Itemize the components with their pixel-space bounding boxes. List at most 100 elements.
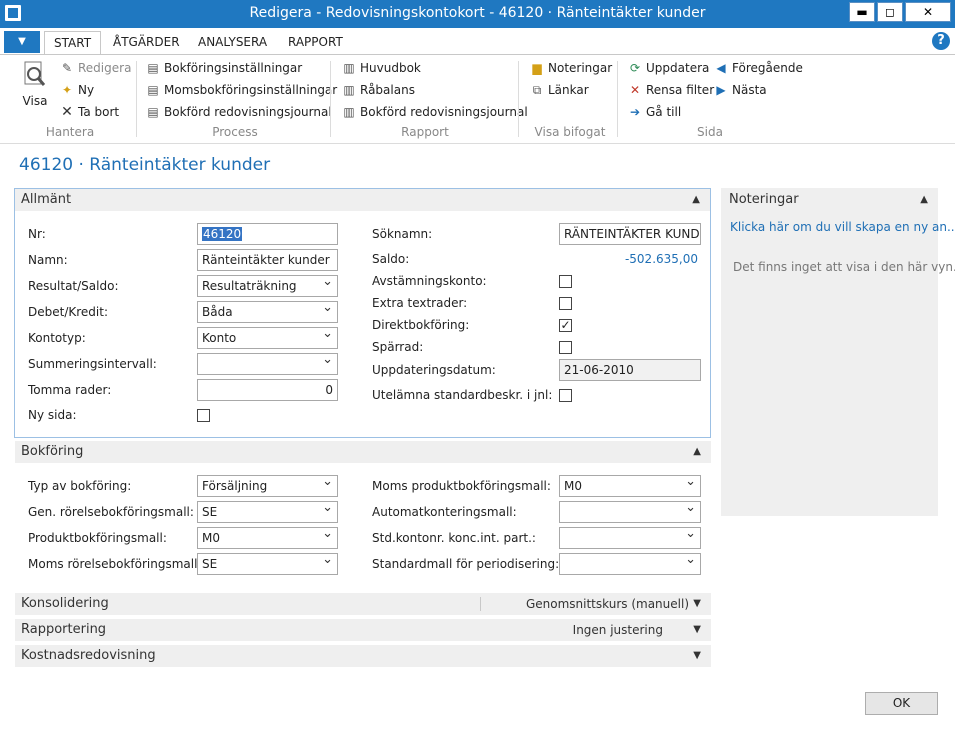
noteringar-button[interactable]: ▆ Noteringar [530,61,612,75]
maximize-button[interactable]: ◻ [877,2,903,22]
report-icon: ▥ [343,105,355,119]
rensa-filter-button[interactable]: ✕ Rensa filter [628,83,714,97]
tab-analysera[interactable]: ANALYSERA [189,31,276,55]
uppdateringsdatum-field: 21-06-2010 [559,359,701,381]
utelamna-standardbeskr-checkbox[interactable] [559,389,572,402]
konsolidering-header[interactable]: Konsolidering Genomsnittskurs (manuell) … [15,593,711,615]
report-icon: ▥ [343,61,355,75]
tab-rapport[interactable]: RAPPORT [279,31,352,55]
moms-produktbokforingsmall-select[interactable]: M0 [559,475,701,497]
std-kontonr-select[interactable] [559,527,701,549]
summeringsintervall-label: Summeringsintervall: [28,357,157,371]
tab-start[interactable]: START [44,31,102,55]
noteringar-empty-message: Det finns inget att visa i den här vyn. [733,260,955,274]
chevron-up-icon[interactable]: ▲ [920,194,928,205]
sparrad-checkbox[interactable] [559,341,572,354]
uppdateringsdatum-label: Uppdateringsdatum: [372,363,496,377]
group-separator [617,61,618,137]
check-mark-icon: ✓ [560,318,571,332]
automatkonteringsmall-select[interactable] [559,501,701,523]
typ-av-bokforing-select[interactable]: Försäljning [197,475,338,497]
std-kontonr-label: Std.kontonr. konc.int. part.: [372,531,536,545]
produktbokforingsmall-select[interactable]: M0 [197,527,338,549]
soknamn-label: Söknamn: [372,227,433,241]
lankar-button[interactable]: ⧉ Länkar [530,83,589,97]
namn-label: Namn: [28,253,68,267]
journal-icon: ▤ [147,105,159,119]
nr-input[interactable]: 46120 [197,223,338,245]
ta-bort-button[interactable]: ✕ Ta bort [60,105,119,119]
chevron-down-icon: ▼ [693,598,701,609]
produktbokforingsmall-label: Produktbokföringsmall: [28,531,167,545]
arrow-right-icon: ➔ [629,105,641,119]
soknamn-input[interactable]: RÄNTEINTÄKTER KUND... [559,223,701,245]
create-note-link[interactable]: Klicka här om du vill skapa en ny an... [730,220,955,234]
momsbokforingsinstallningar-button[interactable]: ▤ Momsbokföringsinställningar [146,83,337,97]
group-label-sida: Sida [697,125,723,139]
moms-rorelsebokforingsmall-label: Moms rörelsebokföringsmall: [28,557,202,571]
chevron-up-icon: ▲ [693,446,701,457]
chevron-up-icon: ▲ [692,194,700,205]
direktbokforing-label: Direktbokföring: [372,318,470,332]
gen-rorelsebokforingsmall-label: Gen. rörelsebokföringsmall: [28,505,194,519]
bokford-redovisningsjournal-process-button[interactable]: ▤ Bokförd redovisningsjournal [146,105,331,119]
application-menu-button[interactable]: ▼ [4,31,40,53]
typ-av-bokforing-label: Typ av bokföring: [28,479,132,493]
direktbokforing-checkbox[interactable]: ✓ [559,319,572,332]
kontotyp-label: Kontotyp: [28,331,86,345]
settings-doc-icon: ▤ [147,61,159,75]
tab-atgarder[interactable]: ÅTGÄRDER [104,31,189,55]
ribbon: Visa ✎ Redigera ✦ Ny ✕ Ta bort Hantera ▤ Bok… [0,54,955,144]
gen-rorelsebokforingsmall-select[interactable]: SE [197,501,338,523]
extra-textrader-checkbox[interactable] [559,297,572,310]
redigera-button[interactable]: ✎ Redigera [60,61,131,75]
bokford-redovisningsjournal-rapport-button[interactable]: ▥ Bokförd redovisningsjournal [342,105,527,119]
visa-button[interactable]: Visa [20,61,50,111]
report-icon: ▥ [343,83,355,97]
noteringar-header: Noteringar [729,192,799,207]
avstamningskonto-checkbox[interactable] [559,275,572,288]
kontotyp-select[interactable]: Konto [197,327,338,349]
delete-icon: ✕ [61,104,73,120]
avstamningskonto-label: Avstämningskonto: [372,274,487,288]
automatkonteringsmall-label: Automatkonteringsmall: [372,505,517,519]
ribbon-tab-row: ▼ START ÅTGÄRDER ANALYSERA RAPPORT ? [0,28,955,55]
header-divider [480,597,481,611]
huvudbok-button[interactable]: ▥ Huvudbok [342,61,421,75]
pencil-icon: ✎ [61,61,73,75]
clear-filter-icon: ✕ [629,83,641,97]
ok-button[interactable]: OK [865,692,938,715]
magnifier-icon [24,61,46,86]
bokforingsinstallningar-button[interactable]: ▤ Bokföringsinställningar [146,61,302,75]
saldo-label: Saldo: [372,252,410,266]
ny-sida-checkbox[interactable] [197,409,210,422]
moms-produktbokforingsmall-label: Moms produktbokföringsmall: [372,479,551,493]
ny-sida-label: Ny sida: [28,408,77,422]
uppdatera-button[interactable]: ⟳ Uppdatera [628,61,709,75]
note-icon: ▆ [532,61,542,75]
moms-rorelsebokforingsmall-select[interactable]: SE [197,553,338,575]
summeringsintervall-select[interactable] [197,353,338,375]
standardmall-periodisering-select[interactable] [559,553,701,575]
saldo-value[interactable]: -502.635,00 [600,252,698,266]
help-icon[interactable]: ? [932,32,950,50]
namn-input[interactable]: Ränteintäkter kunder [197,249,338,271]
nr-label: Nr: [28,227,46,241]
bokforing-header[interactable]: Bokföring ▲ [15,441,711,463]
rapportering-header[interactable]: Rapportering Ingen justering ▼ [15,619,711,641]
nasta-button[interactable]: ▶ Nästa [714,83,766,97]
rabalans-button[interactable]: ▥ Råbalans [342,83,415,97]
ny-button[interactable]: ✦ Ny [60,83,94,97]
ga-till-button[interactable]: ➔ Gå till [628,105,681,119]
allmant-header[interactable]: Allmänt ▲ [15,189,710,211]
group-label-visa-bifogat: Visa bifogat [534,125,606,139]
close-button[interactable]: ✕ [905,2,951,22]
foregaende-button[interactable]: ◀ Föregående [714,61,802,75]
minimize-button[interactable]: ▬ [849,2,875,22]
debet-kredit-select[interactable]: Båda [197,301,338,323]
tomma-rader-input[interactable]: 0 [197,379,338,401]
resultat-saldo-select[interactable]: Resultaträkning [197,275,338,297]
window-title: Redigera - Redovisningskontokort - 46120… [249,5,706,21]
kostnadsredovisning-header[interactable]: Kostnadsredovisning ▼ [15,645,711,667]
utelamna-standardbeskr-label: Utelämna standardbeskr. i jnl: [372,388,553,402]
